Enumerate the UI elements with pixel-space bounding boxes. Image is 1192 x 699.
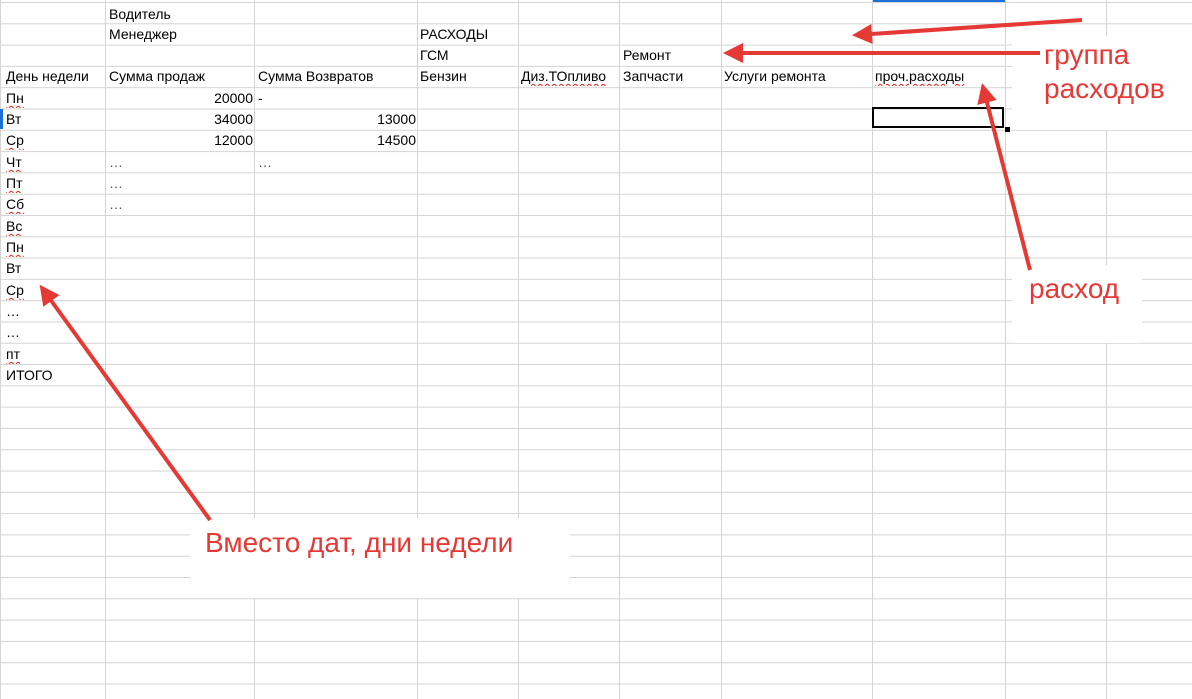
callout-expense-group-line2: расходов: [1044, 73, 1165, 104]
arrow-to-other-expense: [977, 83, 1032, 271]
callout-expense: расход: [1029, 273, 1120, 304]
arrow-to-weekdays: [39, 284, 212, 522]
callout-expense-group-line1: группа: [1044, 39, 1130, 70]
arrow-to-expenses: [852, 18, 1083, 44]
annotation-arrows: [39, 18, 1083, 522]
callout-weekdays: Вместо дат, дни недели: [205, 527, 514, 558]
